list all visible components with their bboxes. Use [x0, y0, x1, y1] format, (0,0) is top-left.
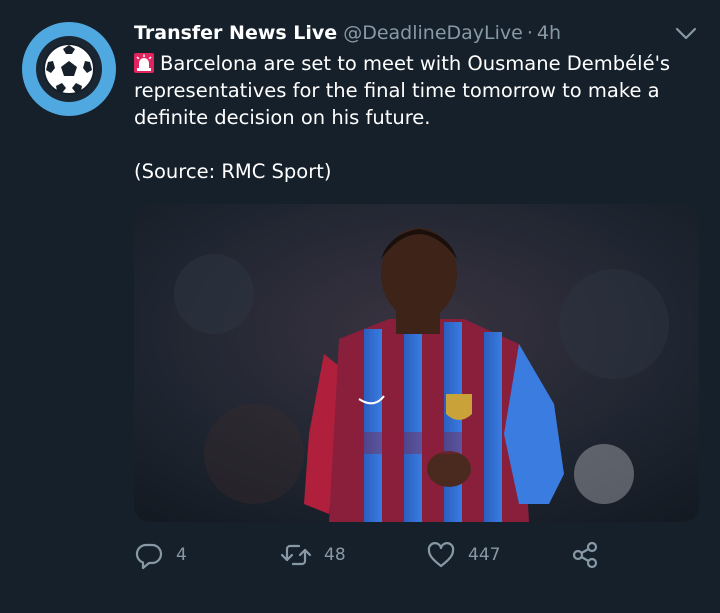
retweet-icon — [280, 540, 312, 570]
reply-icon — [134, 540, 164, 570]
display-name[interactable]: Transfer News Live — [134, 20, 337, 46]
tweet-actions: 4 48 447 — [134, 538, 614, 572]
tweet-header: Transfer News Live @DeadlineDayLive · 4h — [134, 20, 680, 48]
reply-button[interactable]: 4 — [134, 538, 187, 572]
user-handle[interactable]: @DeadlineDayLive — [343, 20, 523, 46]
siren-icon — [134, 53, 154, 73]
tweet-main-text: Barcelona are set to meet with Ousmane D… — [134, 52, 671, 129]
retweet-count: 48 — [324, 545, 346, 565]
tweet-source-text: (Source: RMC Sport) — [134, 160, 332, 183]
like-count: 447 — [468, 545, 501, 565]
timestamp[interactable]: 4h — [537, 20, 561, 46]
tweet-photo[interactable] — [134, 204, 699, 522]
like-button[interactable]: 447 — [426, 538, 500, 572]
share-icon — [570, 540, 600, 570]
retweet-button[interactable]: 48 — [280, 538, 346, 572]
chevron-down-icon[interactable] — [672, 24, 700, 44]
tweet-text: Barcelona are set to meet with Ousmane D… — [134, 50, 694, 185]
separator: · — [526, 22, 533, 44]
soccer-ball-icon — [36, 36, 102, 102]
heart-icon — [426, 540, 456, 570]
tweet-card[interactable]: Transfer News Live @DeadlineDayLive · 4h… — [0, 0, 720, 613]
avatar[interactable] — [22, 22, 116, 116]
share-button[interactable] — [570, 538, 600, 572]
reply-count: 4 — [176, 545, 187, 565]
